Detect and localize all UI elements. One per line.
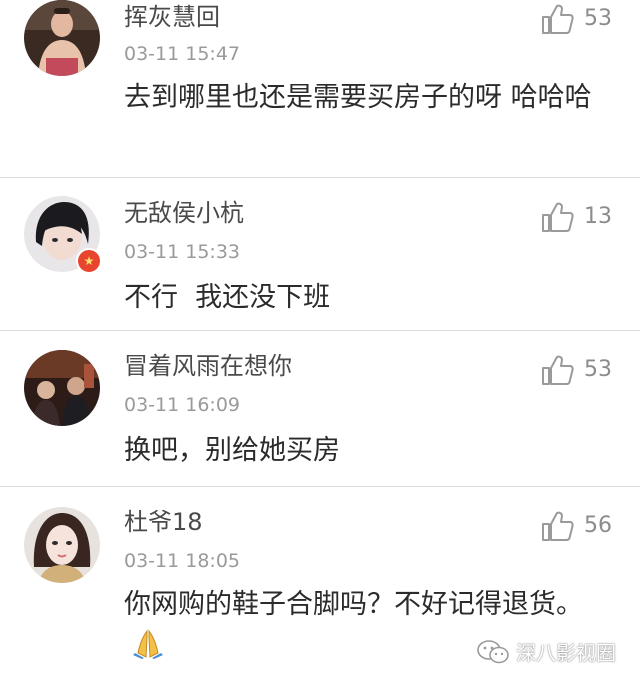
thumbs-up-icon [542,355,574,385]
like-count: 53 [584,6,612,31]
username[interactable]: 无敌侯小杭 [124,198,244,228]
thumbs-up-icon [542,4,574,34]
vip-badge-icon: ★ [76,248,102,274]
thumbs-up-icon [542,202,574,232]
like-button[interactable]: 13 [540,200,612,234]
username[interactable]: 杜爷18 [124,507,203,537]
comment-text: 不行 我还没下班 [124,282,331,313]
comment-item: ★ 无敌侯小杭 03-11 15:33 不行 我还没下班 13 [0,178,640,330]
comment-item: 冒着风雨在想你 03-11 16:09 换吧，别给她买房 53 [0,331,640,486]
timestamp: 03-11 16:09 [124,394,241,416]
username[interactable]: 冒着风雨在想你 [124,351,292,381]
thumbs-up-icon [542,511,574,541]
user-avatar-icon [24,0,100,76]
like-button[interactable]: 53 [540,353,612,387]
like-count: 13 [584,204,612,229]
avatar[interactable] [24,507,100,583]
comment-item: 挥灰慧回 03-11 15:47 去到哪里也还是需要买房子的呀 哈哈哈 53 [0,0,640,177]
avatar[interactable] [24,0,100,76]
user-avatar-icon [24,507,100,583]
comment-text-content: 你网购的鞋子合脚吗？不好记得退货。 [124,589,583,620]
timestamp: 03-11 15:47 [124,43,241,65]
like-count: 56 [584,513,612,538]
like-button[interactable]: 56 [540,509,612,543]
folded-hands-emoji-icon [133,629,163,659]
user-avatar-icon [24,350,100,426]
watermark-text: 深八影视圈 [516,641,616,665]
comment-text: 换吧，别给她买房 [124,435,340,466]
timestamp: 03-11 15:33 [124,241,241,263]
avatar[interactable] [24,350,100,426]
like-count: 53 [584,357,612,382]
wechat-icon [477,639,509,663]
comment-text: 去到哪里也还是需要买房子的呀 哈哈哈 [124,82,592,113]
watermark: 深八影视圈 [476,637,616,666]
username[interactable]: 挥灰慧回 [124,2,220,32]
timestamp: 03-11 18:05 [124,550,241,572]
like-button[interactable]: 53 [540,2,612,36]
